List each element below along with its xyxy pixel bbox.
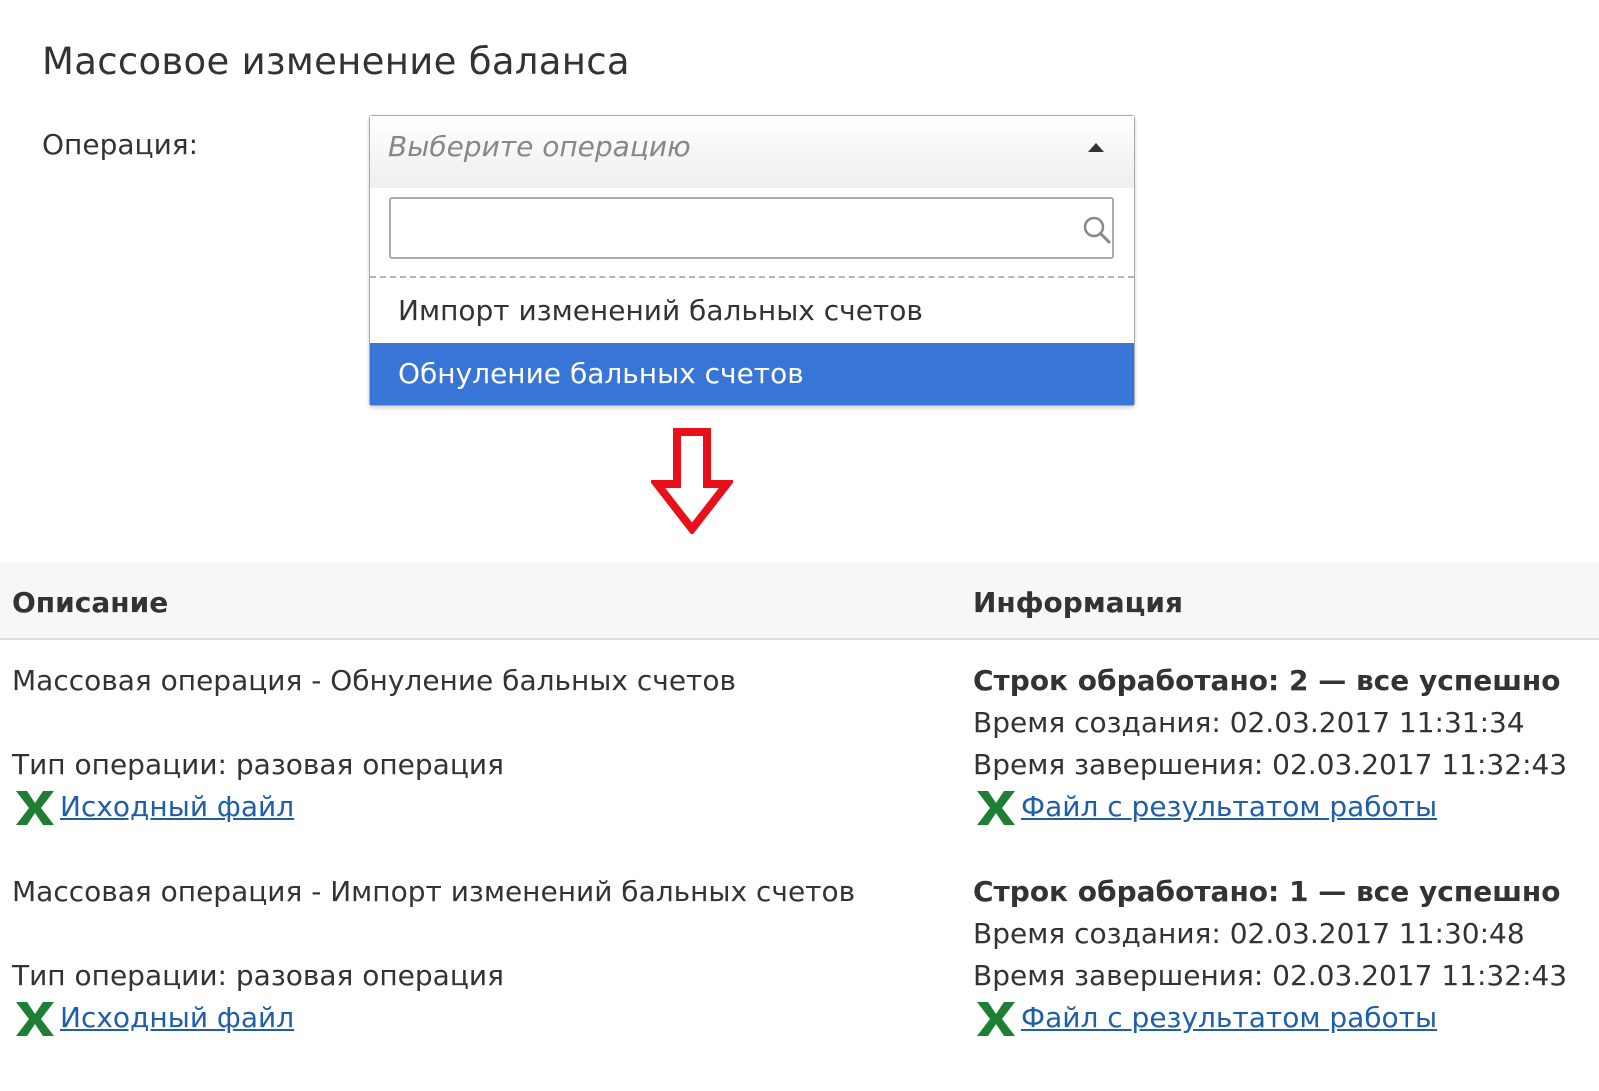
row-description: Массовая операция - Обнуление бальных сч… xyxy=(12,664,736,697)
page-title: Массовое изменение баланса xyxy=(42,40,630,83)
table-header: Описание Информация xyxy=(0,562,1599,640)
operation-select-head[interactable]: Выберите операцию xyxy=(370,116,1134,188)
select-search-wrap xyxy=(370,188,1134,278)
down-arrow-icon xyxy=(651,428,733,534)
source-file-link[interactable]: Исходный файл xyxy=(60,790,294,823)
select-option-import[interactable]: Импорт изменений бальных счетов xyxy=(370,280,1134,342)
row-created-time: Время создания: 02.03.2017 11:31:34 xyxy=(973,706,1525,739)
excel-icon xyxy=(977,791,1015,825)
operation-select-placeholder: Выберите операцию xyxy=(388,130,691,163)
excel-icon xyxy=(16,1002,54,1036)
row-status: Строк обработано: 1 — все успешно xyxy=(973,875,1561,908)
row-finished-time: Время завершения: 02.03.2017 11:32:43 xyxy=(973,959,1568,992)
row-created-time: Время создания: 02.03.2017 11:30:48 xyxy=(973,917,1525,950)
row-operation-type: Тип операции: разовая операция xyxy=(12,748,504,781)
excel-icon xyxy=(977,1002,1015,1036)
operation-select[interactable]: Выберите операцию Импорт изменений бальн… xyxy=(369,115,1135,406)
select-search-input[interactable] xyxy=(389,197,1114,259)
excel-icon xyxy=(16,791,54,825)
column-header-info: Информация xyxy=(973,586,1183,619)
row-operation-type: Тип операции: разовая операция xyxy=(12,959,504,992)
row-status: Строк обработано: 2 — все успешно xyxy=(973,664,1561,697)
source-file-link[interactable]: Исходный файл xyxy=(60,1001,294,1034)
operation-label: Операция: xyxy=(42,128,199,161)
result-file-link[interactable]: Файл с результатом работы xyxy=(1021,790,1437,823)
row-finished-time: Время завершения: 02.03.2017 11:32:43 xyxy=(973,748,1568,781)
select-option-reset[interactable]: Обнуление бальных счетов xyxy=(370,343,1134,405)
search-icon xyxy=(1083,216,1111,244)
caret-up-icon xyxy=(1088,143,1104,152)
row-description: Массовая операция - Импорт изменений бал… xyxy=(12,875,856,908)
result-file-link[interactable]: Файл с результатом работы xyxy=(1021,1001,1437,1034)
column-header-description: Описание xyxy=(12,586,169,619)
